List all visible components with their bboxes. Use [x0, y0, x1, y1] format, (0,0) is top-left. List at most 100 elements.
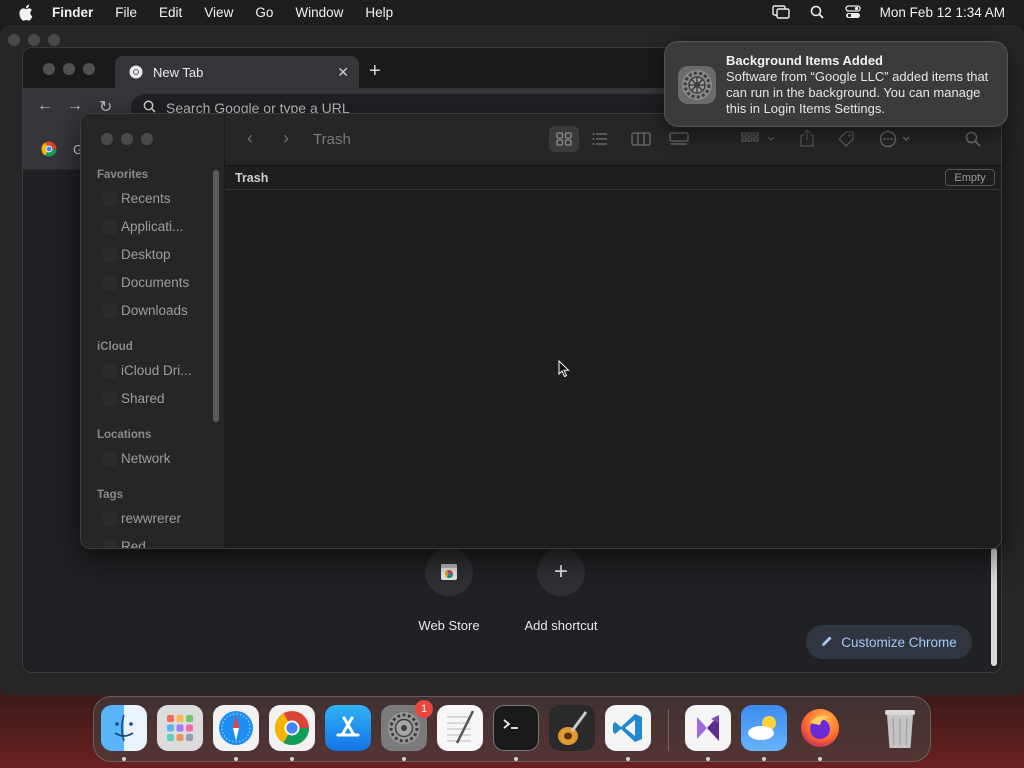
running-indicator [402, 757, 406, 761]
weather-icon[interactable] [741, 705, 787, 751]
menu-bar: Finder File Edit View Go Window Help Mon… [0, 0, 1024, 24]
share-icon[interactable] [799, 129, 815, 150]
chrome-close-dot[interactable] [43, 63, 55, 75]
notification-banner[interactable]: Background Items Added Software from “Go… [664, 41, 1008, 127]
control-center-icon[interactable] [844, 5, 862, 19]
tab-new-tab[interactable]: New Tab ✕ [115, 56, 359, 88]
tag-dot-icon [103, 511, 117, 526]
back-chevron-icon[interactable]: ‹ [247, 128, 253, 149]
sidebar-section-tags: Tags [97, 489, 123, 501]
page-scrollbar[interactable] [991, 548, 997, 666]
sidebar-item-icloud-drive[interactable]: iCloud Dri... [103, 363, 192, 378]
running-indicator [514, 757, 518, 761]
network-icon [103, 451, 117, 466]
tag-icon[interactable] [837, 130, 855, 151]
chrome-minimize-dot[interactable] [63, 63, 75, 75]
plus-icon: + [537, 548, 585, 596]
list-view-icon[interactable] [592, 132, 608, 149]
app-store-icon[interactable] [325, 705, 371, 751]
customize-chrome-button[interactable]: Customize Chrome [806, 625, 972, 659]
menu-file[interactable]: File [115, 5, 137, 20]
sidebar-item-label: Network [121, 451, 171, 466]
finder-close-dot[interactable] [101, 133, 113, 145]
sidebar-item-tag[interactable]: rewwrerer [103, 511, 181, 526]
tab-close-icon[interactable]: ✕ [337, 64, 349, 81]
new-tab-plus-icon[interactable]: + [369, 60, 381, 83]
menu-app-name[interactable]: Finder [52, 5, 93, 20]
running-indicator [818, 757, 822, 761]
running-indicator [122, 757, 126, 761]
sidebar-item-recents[interactable]: Recents [103, 191, 171, 206]
notification-badge: 1 [415, 700, 433, 718]
menu-view[interactable]: View [204, 5, 233, 20]
sidebar-item-label: Desktop [121, 247, 171, 262]
garageband-icon[interactable] [549, 705, 595, 751]
system-settings-icon[interactable]: 1 [381, 700, 433, 751]
sidebar-item-network[interactable]: Network [103, 451, 171, 466]
apple-menu-icon[interactable] [18, 3, 36, 21]
firefox-icon[interactable] [797, 705, 843, 751]
shortcut-add[interactable]: + Add shortcut [511, 548, 611, 633]
cloud-icon [103, 363, 117, 378]
google-bookmark-icon[interactable] [41, 141, 57, 157]
sidebar-item-label: Red [121, 539, 146, 549]
menu-help[interactable]: Help [365, 5, 393, 20]
sidebar-item-label: Applicati... [121, 219, 184, 234]
sidebar-item-label: iCloud Dri... [121, 363, 192, 378]
bg-minimize-dot[interactable] [28, 34, 40, 46]
forward-chevron-icon[interactable]: › [283, 128, 289, 149]
bg-zoom-dot[interactable] [48, 34, 60, 46]
search-icon[interactable] [965, 131, 981, 150]
gallery-view-icon[interactable] [669, 132, 689, 149]
column-view-icon[interactable] [631, 132, 651, 149]
chrome-zoom-dot[interactable] [83, 63, 95, 75]
sidebar-item-label: Documents [121, 275, 190, 290]
sidebar-item-desktop[interactable]: Desktop [103, 247, 171, 262]
terminal-icon[interactable] [493, 705, 539, 751]
launchpad-icon[interactable] [157, 705, 203, 751]
chrome-icon[interactable] [269, 705, 315, 751]
empty-trash-button[interactable]: Empty [945, 169, 995, 186]
finder-minimize-dot[interactable] [121, 133, 133, 145]
sidebar-item-shared[interactable]: Shared [103, 391, 165, 406]
finder-icon[interactable] [101, 705, 147, 751]
back-arrow-icon[interactable]: ← [37, 97, 53, 115]
safari-icon[interactable] [213, 705, 259, 751]
menu-go[interactable]: Go [255, 5, 273, 20]
notification-body: Software from “Google LLC” added items t… [726, 69, 989, 116]
screen-mirroring-icon[interactable] [771, 5, 790, 19]
visual-studio-icon[interactable] [685, 705, 731, 751]
path-bar [225, 166, 1001, 190]
running-indicator [626, 757, 630, 761]
mouse-cursor-icon [558, 360, 570, 378]
icon-view-icon[interactable] [556, 132, 572, 149]
forward-arrow-icon[interactable]: → [67, 97, 83, 115]
group-by-icon[interactable] [741, 132, 775, 149]
tab-title: New Tab [153, 64, 204, 80]
chrome-tab-favicon-icon [129, 65, 143, 79]
sidebar-scrollbar[interactable] [213, 170, 219, 422]
window-title: Trash [313, 131, 351, 148]
more-actions-icon[interactable] [879, 130, 913, 151]
running-indicator [234, 757, 238, 761]
sidebar-item-label: Shared [121, 391, 165, 406]
menu-window[interactable]: Window [295, 5, 343, 20]
shortcut-label: Add shortcut [524, 618, 598, 633]
shortcut-web-store[interactable]: Web Store [399, 548, 499, 633]
sidebar-item-downloads[interactable]: Downloads [103, 303, 188, 318]
download-icon [103, 303, 117, 318]
spotlight-search-icon[interactable] [808, 5, 826, 19]
sidebar-item-applications[interactable]: Applicati... [103, 219, 183, 234]
sidebar-item-tag-red[interactable]: Red [103, 539, 146, 549]
shortcut-label: Web Store [418, 618, 480, 633]
finder-zoom-dot[interactable] [141, 133, 153, 145]
menu-edit[interactable]: Edit [159, 5, 182, 20]
textedit-icon[interactable] [437, 705, 483, 751]
menu-clock[interactable]: Mon Feb 12 1:34 AM [880, 5, 1005, 20]
trash-icon[interactable] [877, 705, 923, 751]
desktop-icon [103, 247, 117, 262]
document-icon [103, 275, 117, 290]
bg-close-dot[interactable] [8, 34, 20, 46]
vscode-icon[interactable] [605, 705, 651, 751]
sidebar-item-documents[interactable]: Documents [103, 275, 189, 290]
